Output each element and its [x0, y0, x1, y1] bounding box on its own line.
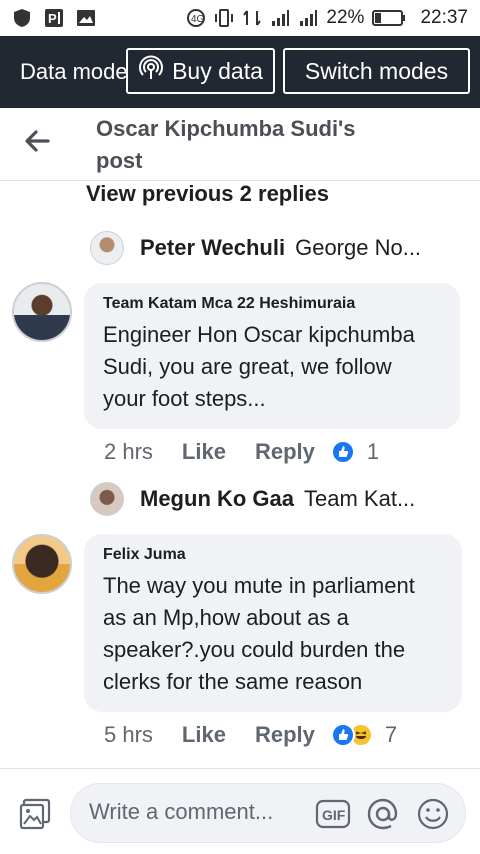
data-mode-banner: Data mode Buy data Switch modes [0, 36, 480, 108]
reply-snippet: George No... [295, 235, 422, 260]
svg-text:4G: 4G [191, 14, 205, 25]
reply-button[interactable]: Reply [255, 722, 315, 748]
comment-time: 5 hrs [104, 722, 153, 747]
like-reaction-icon [330, 440, 355, 464]
comment-time: 2 hrs [104, 439, 153, 464]
comment-composer: Write a comment... GIF [0, 768, 480, 854]
comment-placeholder: Write a comment... [89, 799, 274, 824]
view-previous-replies-link[interactable]: View previous 2 replies [86, 181, 329, 207]
parking-icon: P [44, 8, 64, 28]
avatar[interactable] [12, 282, 72, 342]
data-mode-label: Data mode [20, 59, 126, 84]
comment-author[interactable]: Team Katam Mca 22 Heshimuraia [103, 295, 440, 313]
comment-bubble: Felix Juma The way you mute in parliamen… [84, 534, 462, 712]
hd-signal-icon [298, 8, 318, 28]
signal-icon [270, 8, 290, 28]
svg-text:GIF: GIF [322, 807, 346, 823]
comment-text: The way you mute in parliament as an Mp,… [103, 573, 415, 694]
avatar [90, 482, 124, 516]
reaction-count: 7 [384, 722, 398, 747]
back-arrow-icon[interactable] [22, 126, 52, 156]
gallery-icon [76, 8, 96, 28]
reply-author: Megun Ko Gaa [140, 486, 295, 511]
nfc-icon: 4G [186, 8, 206, 28]
reaction-count: 1 [366, 439, 380, 464]
reactions[interactable] [330, 723, 373, 747]
reply-snippet: Team Kat... [304, 486, 416, 511]
data-arrows-icon [242, 8, 262, 28]
reply-preview[interactable]: Peter Wechuli George No... [90, 230, 470, 266]
photo-icon[interactable] [18, 797, 52, 831]
reply-author: Peter Wechuli [140, 235, 286, 260]
emoji-icon[interactable] [415, 797, 451, 831]
switch-modes-button[interactable]: Switch modes [283, 48, 470, 94]
avatar[interactable] [12, 534, 72, 594]
comment-actions: 2 hrs Like Reply 1 [104, 437, 379, 467]
comment-input[interactable]: Write a comment... GIF [70, 783, 466, 843]
battery-percent: 22% [326, 7, 365, 28]
clock: 22:37 [420, 7, 468, 28]
status-bar: P 4G 22% 22:37 [0, 0, 480, 36]
comment-bubble: Team Katam Mca 22 Heshimuraia Engineer H… [84, 283, 460, 429]
broadcast-icon [138, 55, 164, 87]
buy-data-label: Buy data [172, 57, 263, 84]
mention-icon[interactable] [365, 797, 401, 831]
comment-actions: 5 hrs Like Reply 7 [104, 720, 397, 750]
reactions[interactable] [330, 440, 355, 464]
vibrate-icon [214, 8, 234, 28]
post-header: Oscar Kipchumba Sudi's post [0, 108, 480, 181]
comment-text: Engineer Hon Oscar kipchumba Sudi, you a… [103, 322, 415, 411]
page-title: Oscar Kipchumba Sudi's post [96, 116, 356, 173]
comment-author[interactable]: Felix Juma [103, 546, 442, 564]
svg-text:P: P [48, 11, 57, 26]
like-reaction-icon [330, 723, 355, 747]
avatar [90, 231, 124, 265]
buy-data-button[interactable]: Buy data [126, 48, 275, 94]
reply-button[interactable]: Reply [255, 439, 315, 465]
battery-icon [372, 8, 406, 28]
shield-icon [12, 8, 32, 28]
gif-icon[interactable]: GIF [315, 797, 351, 831]
reply-preview[interactable]: Megun Ko Gaa Team Kat... [90, 481, 470, 517]
like-button[interactable]: Like [182, 722, 226, 748]
like-button[interactable]: Like [182, 439, 226, 465]
